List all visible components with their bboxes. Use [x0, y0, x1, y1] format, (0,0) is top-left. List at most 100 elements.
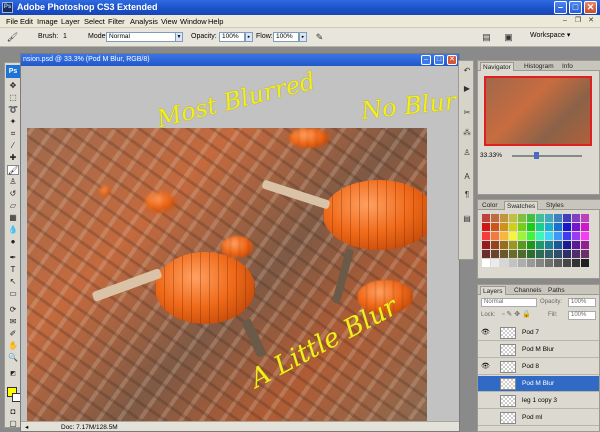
brush-tool-icon[interactable]: 🖌 [7, 165, 19, 175]
minimize-button[interactable]: – [554, 1, 567, 14]
color-swatch[interactable] [482, 223, 490, 231]
color-swatch[interactable] [482, 232, 490, 240]
doc-size-status[interactable]: Doc: 7.17M/128.5M [61, 422, 118, 431]
tool-presets-icon[interactable]: ✂ [461, 107, 473, 119]
color-swatch[interactable] [563, 214, 571, 222]
move-tool-icon[interactable]: ✥ [7, 81, 19, 91]
navigator-zoom-value[interactable]: 33.33% [480, 152, 502, 159]
tab-histogram[interactable]: Histogram [522, 62, 556, 71]
layer-visibility-eye-icon[interactable]: 👁 [480, 327, 491, 338]
color-swatch[interactable] [482, 214, 490, 222]
menu-view[interactable]: View [161, 17, 177, 26]
flow-slider-arrow-icon[interactable]: ▸ [299, 32, 307, 42]
tab-paths[interactable]: Paths [546, 286, 567, 295]
color-swatch[interactable] [545, 214, 553, 222]
color-swatch[interactable] [518, 232, 526, 240]
paragraph-panel-icon[interactable]: ¶ [461, 189, 473, 201]
close-button[interactable]: ✕ [584, 1, 597, 14]
doc-window-close-icon[interactable]: ✕ [447, 55, 457, 65]
color-swatch[interactable] [536, 259, 544, 267]
hand-tool-icon[interactable]: ✋ [7, 341, 19, 351]
clone-stamp-tool-icon[interactable]: ♙ [7, 177, 19, 187]
actions-panel-icon[interactable]: ▶ [461, 83, 473, 95]
color-swatch[interactable] [509, 214, 517, 222]
healing-brush-tool-icon[interactable]: ✚ [7, 153, 19, 163]
navigator-zoom-slider[interactable] [512, 155, 582, 157]
color-swatch[interactable] [536, 250, 544, 258]
screen-mode-icon[interactable]: ▢ [7, 419, 19, 429]
color-swatch[interactable] [554, 250, 562, 258]
navigator-thumbnail[interactable] [484, 76, 592, 146]
color-swatch[interactable] [554, 241, 562, 249]
bridge-icon[interactable]: ▣ [502, 31, 515, 43]
color-swatch[interactable] [509, 223, 517, 231]
color-swatch[interactable] [581, 214, 589, 222]
blur-tool-icon[interactable]: 💧 [7, 225, 19, 235]
color-swatch[interactable] [518, 214, 526, 222]
color-swatch[interactable] [500, 259, 508, 267]
color-swatch[interactable] [581, 259, 589, 267]
color-swatch[interactable] [482, 241, 490, 249]
flow-field[interactable]: 100% [273, 32, 299, 42]
color-swatch[interactable] [536, 223, 544, 231]
airbrush-icon[interactable]: ✎ [313, 31, 326, 43]
color-swatch[interactable] [554, 259, 562, 267]
layer-row[interactable]: Pod M Blur [478, 342, 599, 358]
crop-tool-icon[interactable]: ⌗ [7, 129, 19, 139]
layer-visibility-eye-icon[interactable] [480, 378, 491, 389]
color-swatch[interactable] [554, 214, 562, 222]
quick-mask-icon[interactable]: ◘ [7, 407, 19, 417]
color-swatch[interactable] [500, 250, 508, 258]
mode-dropdown-arrow-icon[interactable]: ▼ [175, 32, 183, 42]
tab-swatches[interactable]: Swatches [504, 201, 539, 210]
color-swatch[interactable] [482, 250, 490, 258]
color-swatch[interactable] [572, 223, 580, 231]
color-swatch[interactable] [509, 250, 517, 258]
color-swatch[interactable] [581, 241, 589, 249]
menu-file[interactable]: File [6, 17, 18, 26]
tab-info[interactable]: Info [560, 62, 575, 71]
history-panel-icon[interactable]: ↶ [461, 65, 473, 77]
doc-close-icon[interactable]: ✕ [586, 16, 596, 26]
layer-row[interactable]: Pod M Blur [478, 376, 599, 392]
brush-size-value[interactable]: 1 [63, 33, 67, 40]
history-brush-tool-icon[interactable]: ↺ [7, 189, 19, 199]
color-swatch[interactable] [554, 223, 562, 231]
path-selection-tool-icon[interactable]: ↖ [7, 277, 19, 287]
color-swatch[interactable] [536, 214, 544, 222]
zoom-tool-icon[interactable]: 🔍 [7, 353, 19, 363]
color-swatch[interactable] [554, 232, 562, 240]
color-swatch[interactable] [572, 232, 580, 240]
tab-color[interactable]: Color [480, 201, 500, 210]
layer-visibility-eye-icon[interactable] [480, 344, 491, 355]
color-swatch[interactable] [491, 232, 499, 240]
color-swatch[interactable] [545, 259, 553, 267]
color-swatch[interactable] [581, 250, 589, 258]
layer-visibility-eye-icon[interactable]: 👁 [480, 361, 491, 372]
color-swatch[interactable] [518, 250, 526, 258]
color-swatch[interactable] [572, 259, 580, 267]
menu-select[interactable]: Select [84, 17, 105, 26]
opacity-slider-arrow-icon[interactable]: ▸ [245, 32, 253, 42]
tab-navigator[interactable]: Navigator [480, 62, 514, 71]
color-swatch[interactable] [545, 232, 553, 240]
layer-row[interactable]: leg 1 copy 3 [478, 393, 599, 409]
color-swatch[interactable] [491, 259, 499, 267]
color-swatch[interactable] [527, 214, 535, 222]
marquee-tool-icon[interactable]: ⬚ [7, 93, 19, 103]
gradient-tool-icon[interactable]: ▦ [7, 213, 19, 223]
color-swatch[interactable] [581, 232, 589, 240]
doc-window-minimize-icon[interactable]: – [421, 55, 431, 65]
notes-tool-icon[interactable]: ✉ [7, 317, 19, 327]
mode-select[interactable]: Normal [106, 32, 176, 42]
clone-source-icon[interactable]: ♙ [461, 147, 473, 159]
tab-layers[interactable]: Layers [480, 286, 506, 295]
color-swatch[interactable] [518, 223, 526, 231]
color-swatch[interactable] [536, 232, 544, 240]
zoom-menu-icon[interactable]: ◂ [25, 422, 28, 431]
pen-tool-icon[interactable]: ✒ [7, 253, 19, 263]
color-swatch[interactable] [527, 223, 535, 231]
layer-fill-field[interactable]: 100% [568, 311, 596, 320]
magic-wand-tool-icon[interactable]: ✦ [7, 117, 19, 127]
color-swatch[interactable] [491, 214, 499, 222]
